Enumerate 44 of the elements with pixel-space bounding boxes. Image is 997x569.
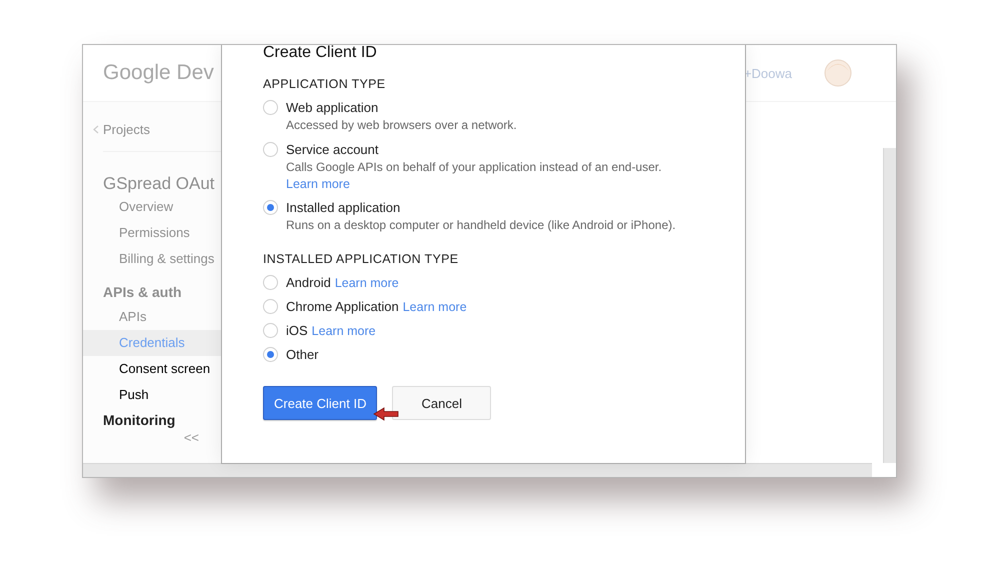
chevron-left-icon [93, 125, 99, 134]
option-label: Web application [286, 100, 380, 116]
section-heading: APIs & auth [102, 283, 183, 302]
projects-link[interactable]: Projects [83, 102, 223, 137]
radio-button[interactable] [263, 200, 278, 215]
pointer-arrow [373, 407, 399, 421]
option-label: Android [286, 275, 331, 291]
collapse-button[interactable]: << [184, 430, 199, 445]
option-description: Runs on a desktop computer or handheld device (like Android or iPhone). [286, 217, 676, 234]
radio-button[interactable] [263, 100, 278, 115]
sidebar-item[interactable]: Credentials [83, 330, 223, 356]
radio-button[interactable] [263, 299, 278, 314]
option-label: iOS [286, 323, 308, 339]
learn-more-link[interactable]: Learn more [286, 176, 662, 192]
option-label: Installed application [286, 200, 402, 216]
sidebar-item[interactable]: Consent screen [83, 356, 223, 382]
section-heading: Monitoring [102, 411, 176, 428]
create-button[interactable]: Create Client ID [263, 386, 378, 420]
radio-button[interactable] [263, 142, 278, 157]
avatar-icon[interactable] [824, 59, 852, 87]
logo: Google Dev [103, 61, 214, 85]
scrollbar[interactable] [83, 463, 872, 477]
cancel-button[interactable]: Cancel [392, 386, 491, 420]
learn-more-link[interactable]: Learn more [334, 275, 399, 291]
sidebar-item[interactable]: Overview [83, 194, 223, 220]
project-title: GSpread OAut [102, 173, 216, 194]
option-label: Chrome Application [286, 299, 399, 315]
section-heading: INSTALLED APPLICATION TYPE [263, 252, 460, 266]
sidebar-item[interactable]: Billing & settings [83, 246, 223, 272]
sidebar-item[interactable]: Permissions [83, 220, 223, 246]
learn-more-link[interactable]: Learn more [312, 323, 376, 339]
radio-button[interactable] [263, 275, 278, 290]
sidebar-item[interactable]: APIs [83, 304, 223, 330]
option-label: Service account [286, 142, 380, 158]
radio-button[interactable] [263, 347, 278, 362]
dialog-title: Create Client ID [263, 45, 378, 61]
scrollbar[interactable] [883, 148, 896, 463]
radio-button[interactable] [263, 323, 278, 338]
option-description: Calls Google APIs on behalf of your application instead of an end-user. [286, 159, 662, 176]
section-heading: APPLICATION TYPE [263, 77, 386, 91]
sidebar-item[interactable]: Push [83, 382, 223, 408]
option-description: Accessed by web browsers over a network. [286, 117, 517, 134]
option-label: Other [286, 347, 319, 363]
learn-more-link[interactable]: Learn more [402, 299, 467, 315]
